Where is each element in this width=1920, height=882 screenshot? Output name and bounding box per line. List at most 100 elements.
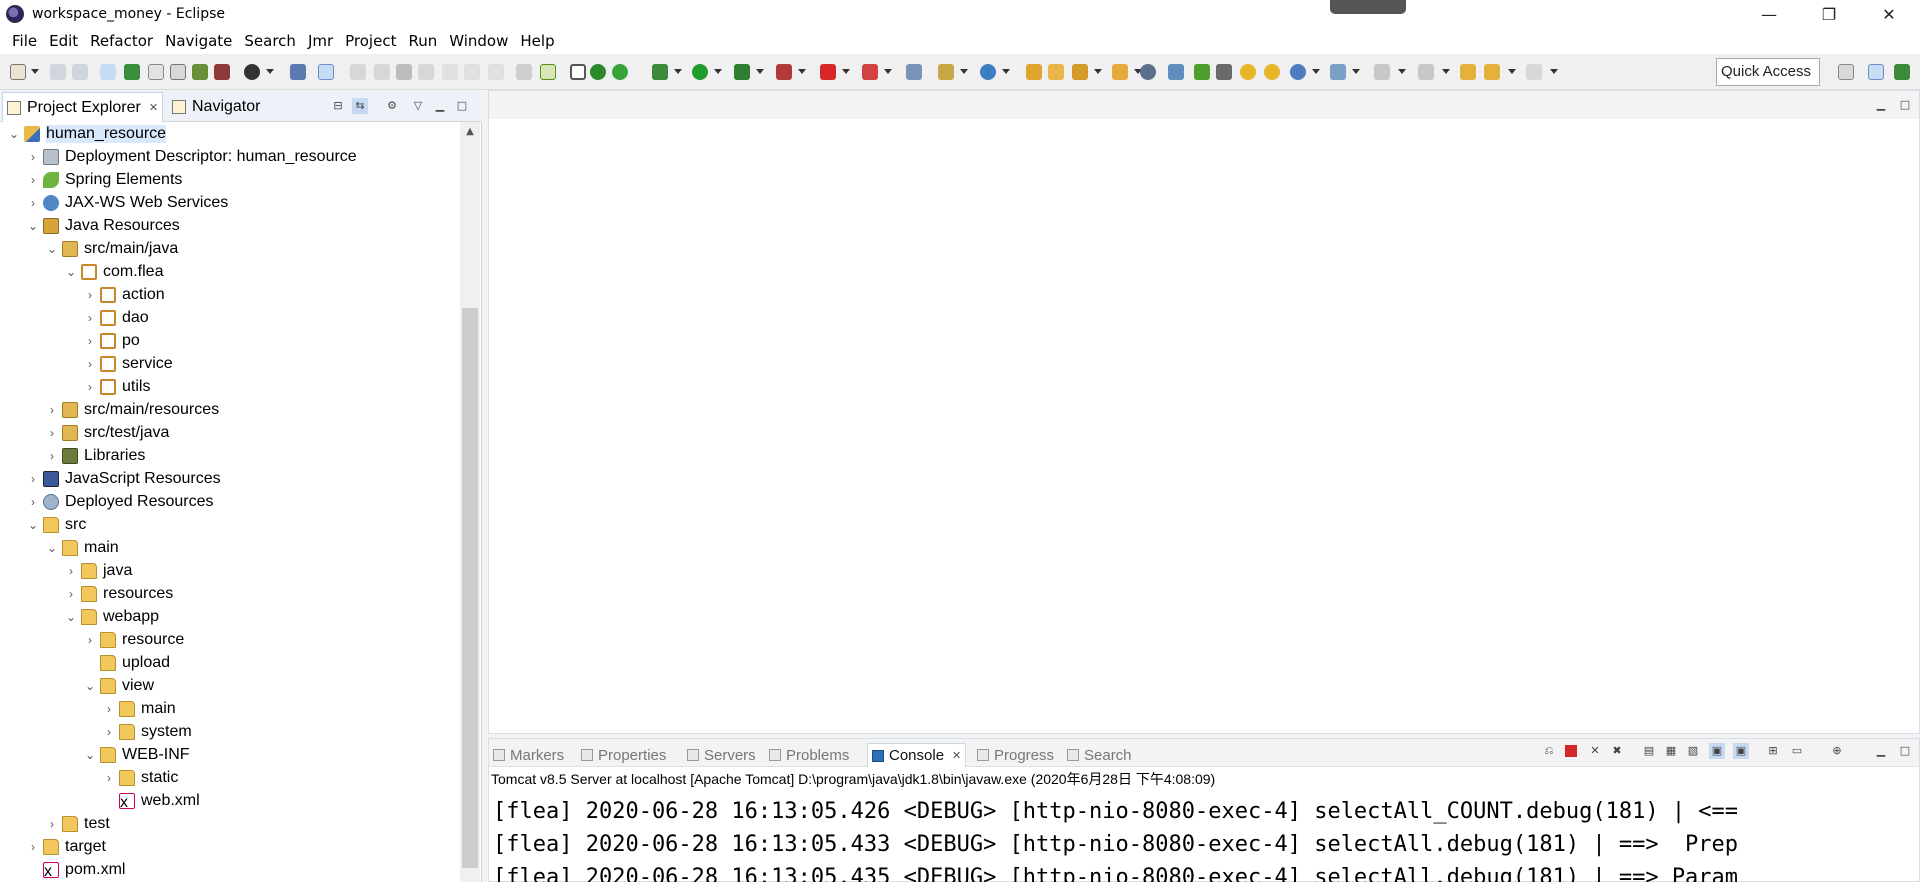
collapse-all-icon[interactable]: ⊟	[330, 98, 346, 114]
scroll-lock-icon[interactable]: ▤	[1641, 743, 1657, 759]
help-hint-icon[interactable]	[1240, 64, 1256, 80]
previous-annotation-dropdown-icon[interactable]	[1442, 69, 1450, 74]
tree-item[interactable]: › src/main/resources	[50, 398, 219, 421]
chevron-right-icon[interactable]: ›	[84, 634, 96, 646]
back-icon[interactable]	[1484, 64, 1500, 80]
tree-item[interactable]: › static	[107, 766, 178, 789]
tree-item[interactable]: › Libraries	[50, 444, 145, 467]
coverage-dropdown-icon[interactable]	[756, 69, 764, 74]
chevron-right-icon[interactable]: ›	[84, 381, 96, 393]
external-tools-icon[interactable]	[776, 64, 792, 80]
tree-item[interactable]: upload	[100, 651, 170, 674]
tree-item[interactable]: › action	[88, 283, 165, 306]
chevron-down-icon[interactable]: ⌄	[46, 243, 58, 255]
maximize-view-icon[interactable]: □	[454, 98, 470, 114]
quick-access-input[interactable]: Quick Access	[1716, 58, 1820, 86]
menu-refactor[interactable]: Refactor	[84, 28, 159, 54]
link-with-editor-icon[interactable]: ⇆	[352, 98, 368, 114]
tab-navigator[interactable]: Navigator	[168, 92, 264, 122]
chevron-down-icon[interactable]: ⌄	[84, 680, 96, 692]
pin-console-icon[interactable]: ▣	[1709, 743, 1725, 759]
select-icon[interactable]	[318, 64, 334, 80]
tree-item[interactable]: › test	[50, 812, 110, 835]
step-into-icon[interactable]	[442, 64, 458, 80]
tree-item[interactable]: ⌄ Java Resources	[28, 214, 180, 237]
tree-item[interactable]: › src/test/java	[50, 421, 169, 444]
bottom-maximize-icon[interactable]: □	[1897, 743, 1913, 759]
minimize-view-icon[interactable]: ▁	[432, 98, 448, 114]
word-wrap-icon[interactable]: ▦	[1663, 743, 1679, 759]
globe-icon[interactable]	[1140, 64, 1156, 80]
minimize-button[interactable]: —	[1746, 0, 1792, 28]
tree-item[interactable]: ⌄ human_resource	[9, 122, 167, 145]
tab-problems[interactable]: Problems	[769, 743, 849, 767]
new-dropdown-icon[interactable]	[31, 69, 39, 74]
open-folder-icon[interactable]	[1048, 64, 1064, 80]
debug-dropdown-icon[interactable]	[674, 69, 682, 74]
launch-icon[interactable]	[1072, 64, 1088, 80]
tree-item[interactable]: ⌄ src/main/java	[47, 237, 178, 260]
deploy-icon[interactable]	[862, 64, 878, 80]
toggle-mark-icon[interactable]	[100, 64, 116, 80]
chevron-right-icon[interactable]: ›	[27, 197, 39, 209]
binary-icon[interactable]	[1216, 64, 1232, 80]
chevron-right-icon[interactable]: ›	[27, 473, 39, 485]
tab-servers[interactable]: Servers	[687, 743, 756, 767]
tree-item[interactable]: ⌄ com.flea	[66, 260, 163, 283]
chevron-down-icon[interactable]: ⌄	[27, 519, 39, 531]
console-icon[interactable]	[148, 64, 164, 80]
run-icon[interactable]	[692, 64, 708, 80]
chevron-right-icon[interactable]: ›	[46, 427, 58, 439]
remove-launch-icon[interactable]: ✕	[1587, 743, 1603, 759]
open-type-icon[interactable]	[1026, 64, 1042, 80]
close-tab-icon[interactable]: ✕	[149, 101, 158, 114]
browser-dropdown-icon[interactable]	[1312, 69, 1320, 74]
tree-item[interactable]: › resources	[69, 582, 173, 605]
chevron-right-icon[interactable]: ›	[84, 335, 96, 347]
open-console-icon[interactable]: ⊞	[1765, 743, 1781, 759]
menu-file[interactable]: File	[6, 28, 43, 54]
stop-dropdown-icon[interactable]	[842, 69, 850, 74]
restore-button[interactable]: ❐	[1806, 0, 1852, 28]
tree-item[interactable]: › utils	[88, 375, 150, 398]
new-package-icon[interactable]	[938, 64, 954, 80]
use-step-filters-icon[interactable]	[540, 64, 556, 80]
web-browser-icon[interactable]	[1290, 64, 1306, 80]
tree-item[interactable]: ⌄ main	[47, 536, 119, 559]
console-output[interactable]: [flea] 2020-06-28 16:13:05.426 <DEBUG> […	[493, 795, 1903, 882]
chevron-down-icon[interactable]: ⌄	[65, 611, 77, 623]
menu-edit[interactable]: Edit	[43, 28, 84, 54]
tree-item[interactable]: › resource	[88, 628, 184, 651]
open-perspective-icon[interactable]	[1838, 64, 1854, 80]
tree-item[interactable]: ⌄ WEB-INF	[85, 743, 190, 766]
tree-item[interactable]: ⌄ src	[28, 513, 86, 536]
chevron-right-icon[interactable]: ›	[46, 450, 58, 462]
chevron-down-icon[interactable]: ⌄	[84, 749, 96, 761]
tab-search[interactable]: Search	[1067, 743, 1132, 767]
tree-item[interactable]: x web.xml	[119, 789, 200, 812]
new-java-project-icon[interactable]	[906, 64, 922, 80]
tab-markers[interactable]: Markers	[493, 743, 564, 767]
external-tools-dropdown-icon[interactable]	[798, 69, 806, 74]
chevron-down-icon[interactable]: ⌄	[46, 542, 58, 554]
scroll-up-icon[interactable]: ▲	[463, 126, 477, 140]
tree-item[interactable]: ⌄ view	[85, 674, 154, 697]
tree-item[interactable]: › po	[88, 329, 140, 352]
menu-window[interactable]: Window	[443, 28, 514, 54]
server-start-icon[interactable]	[590, 64, 606, 80]
run-dropdown-icon[interactable]	[714, 69, 722, 74]
tree-item[interactable]: › Deployment Descriptor: human_resource	[31, 145, 357, 168]
menu-run[interactable]: Run	[402, 28, 443, 54]
chevron-right-icon[interactable]: ›	[46, 818, 58, 830]
forward-dropdown-icon[interactable]	[1550, 69, 1558, 74]
suspend-icon[interactable]	[374, 64, 390, 80]
tab-console[interactable]: Console ✕	[867, 743, 967, 767]
drop-to-frame-icon[interactable]	[516, 64, 532, 80]
editor-minimize-icon[interactable]: ▁	[1873, 97, 1889, 113]
tree-item[interactable]: › JavaScript Resources	[31, 467, 221, 490]
terminate-console-icon[interactable]	[1565, 745, 1577, 757]
bug-icon[interactable]	[1194, 64, 1210, 80]
chevron-right-icon[interactable]: ›	[65, 565, 77, 577]
bottom-minimize-icon[interactable]: ▁	[1873, 743, 1889, 759]
tree-item[interactable]: › main	[107, 697, 176, 720]
